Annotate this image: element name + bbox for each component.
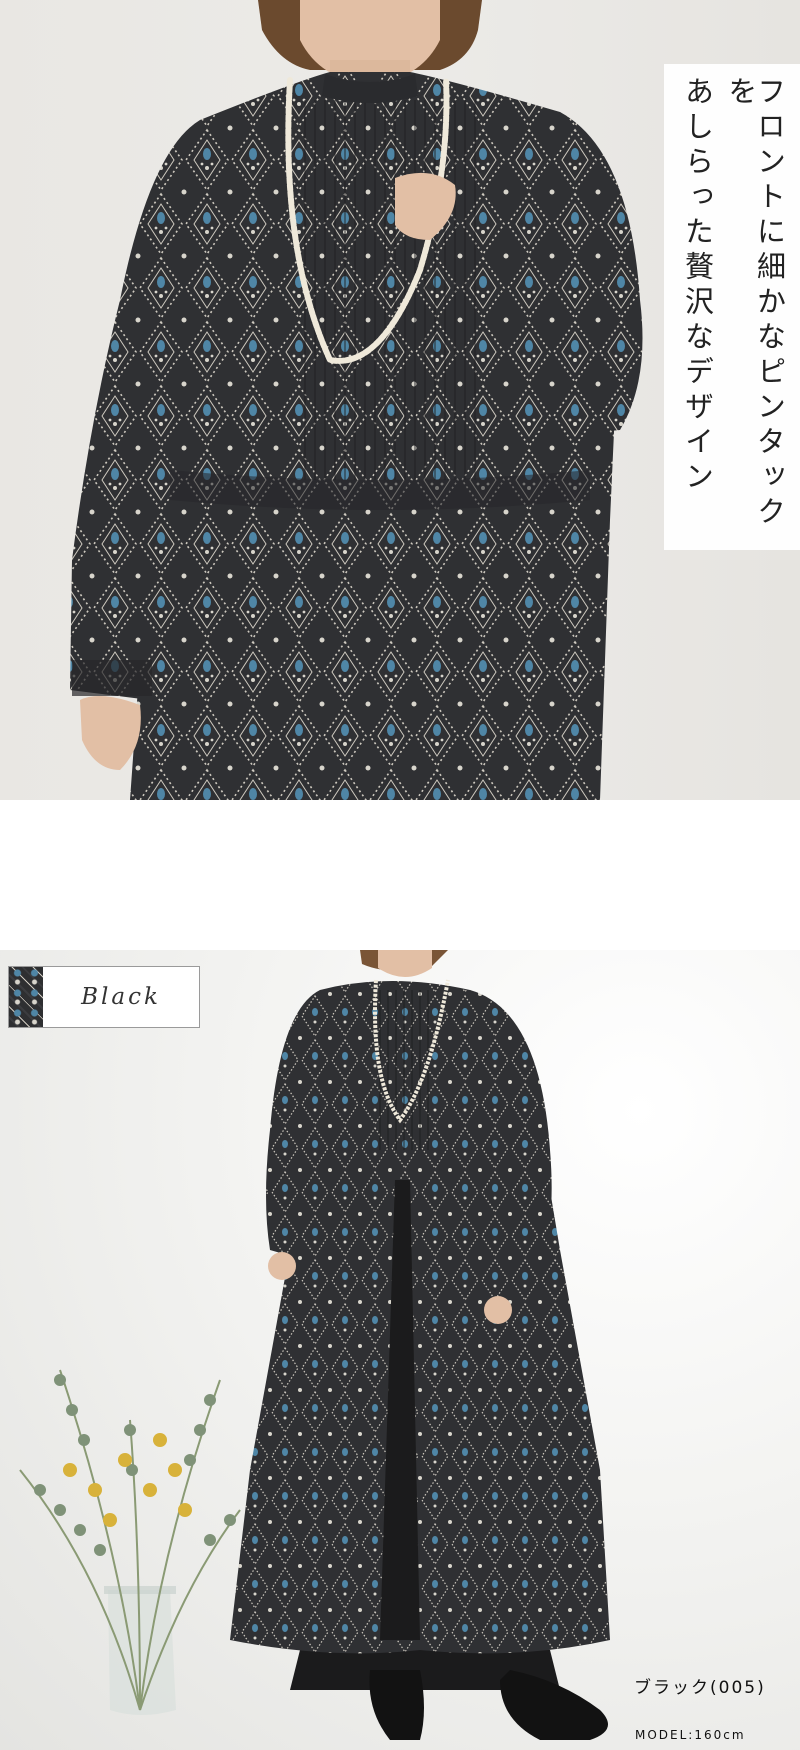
feature-caption-panel: フロントに細かなピンタックを あしらった贅沢なデザイン <box>664 64 800 550</box>
product-photo-detail: フロントに細かなピンタックを あしらった贅沢なデザイン <box>0 0 800 800</box>
feature-caption-line2: あしらった贅沢なデザイン <box>680 76 715 496</box>
color-label: Black <box>8 966 200 1028</box>
product-color-text: ブラック(005) <box>634 1678 766 1698</box>
model-height-text: MODEL:160cm <box>635 1728 746 1742</box>
feature-caption-line1: フロントに細かなピンタックを <box>723 76 787 531</box>
color-name: Black <box>81 984 161 1010</box>
color-swatch <box>9 967 43 1027</box>
product-photo-full <box>0 950 800 1750</box>
